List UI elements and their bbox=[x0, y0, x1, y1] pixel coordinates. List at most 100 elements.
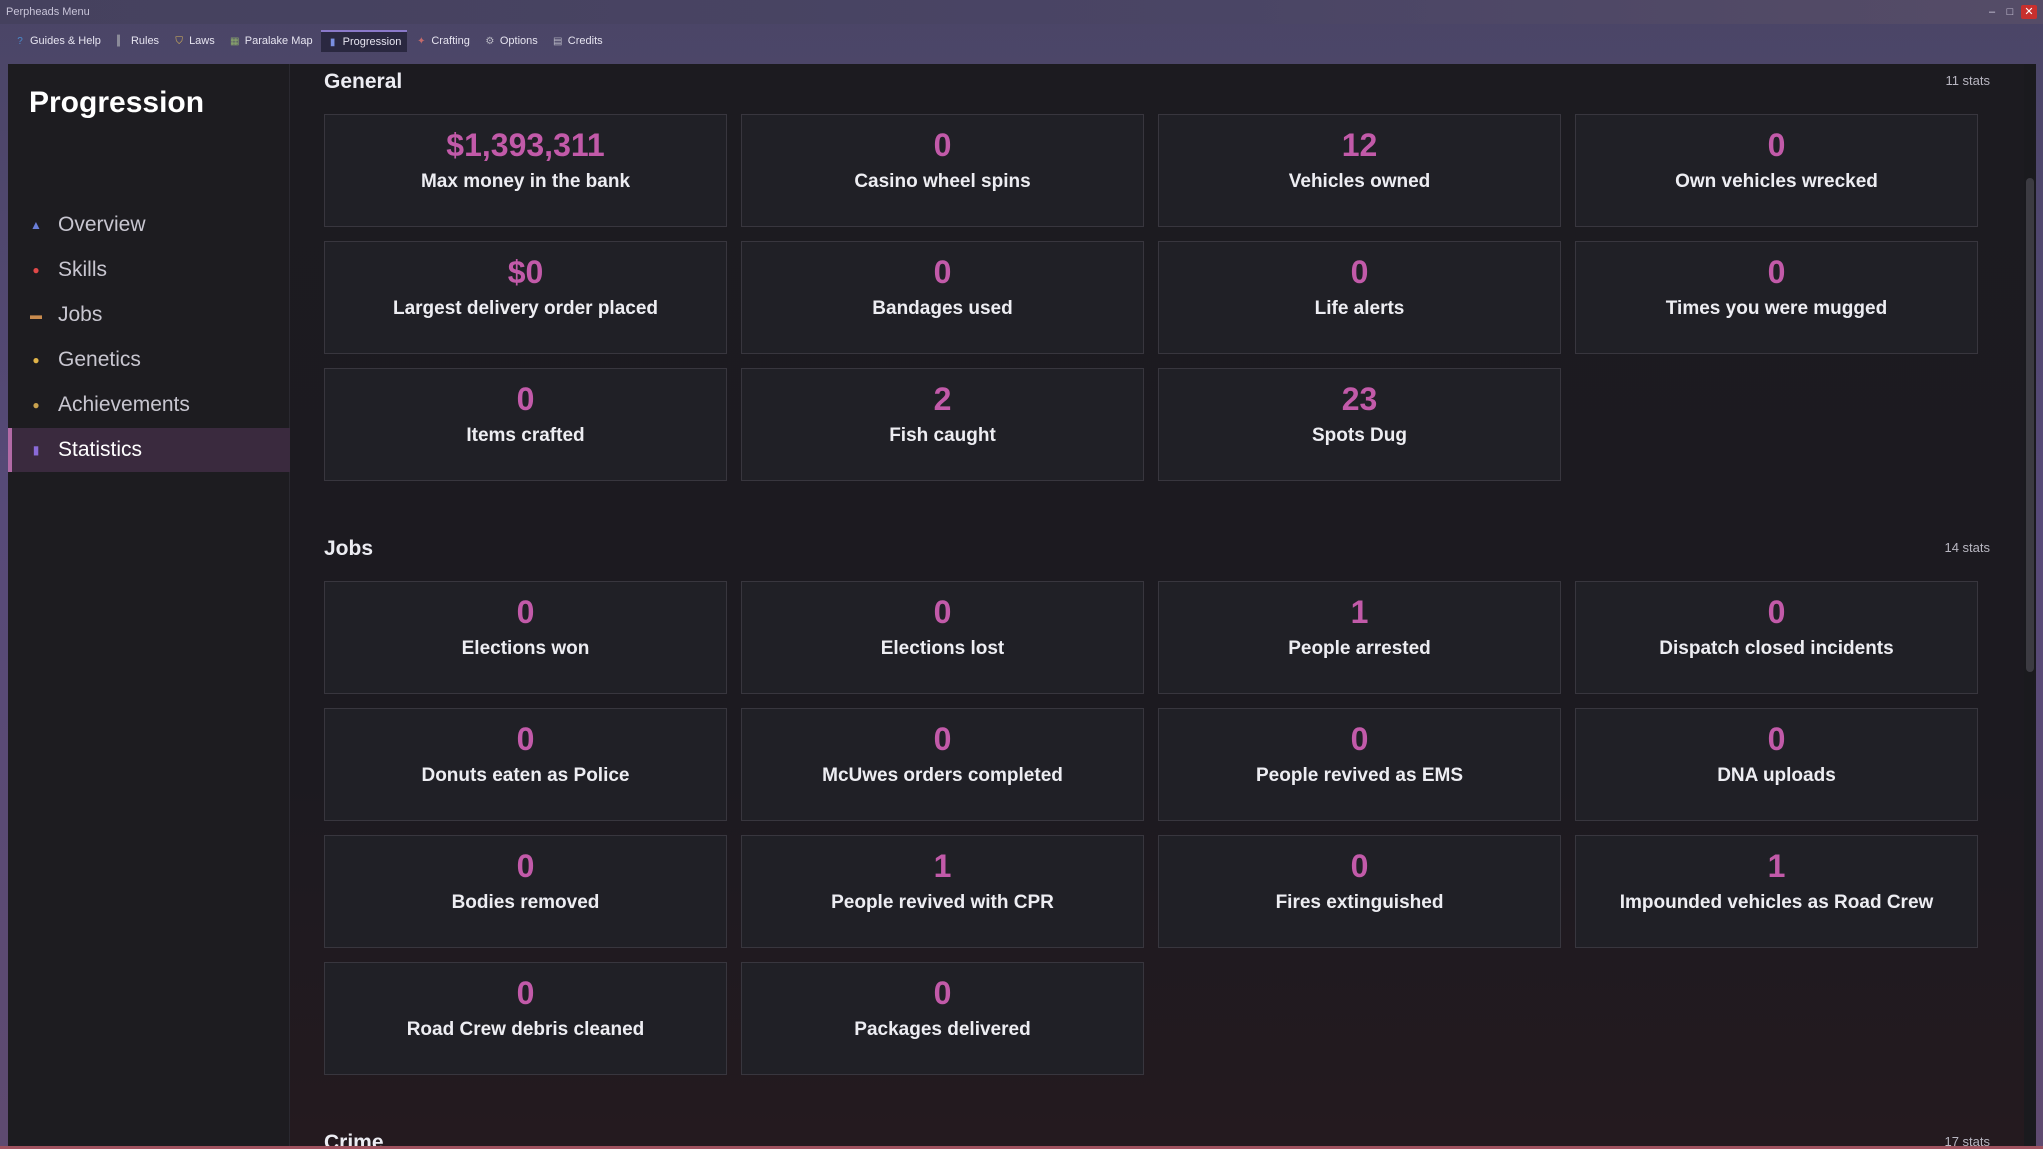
sidebar-item-label: Jobs bbox=[58, 303, 103, 326]
menu-crafting[interactable]: ✦ Crafting bbox=[409, 30, 476, 52]
stat-value: 0 bbox=[1767, 254, 1786, 290]
statistics-icon: ▮ bbox=[32, 443, 40, 457]
stat-value: 0 bbox=[1350, 721, 1369, 757]
menu-item-label: Laws bbox=[189, 35, 215, 47]
top-menu-bar: ? Guides & Help ▍ Rules ⛉ Laws ▦ Paralake Map ▮ P… bbox=[8, 30, 609, 52]
stat-label: Max money in the bank bbox=[420, 171, 631, 192]
sidebar-item-overview[interactable]: ▲ Overview bbox=[8, 203, 290, 247]
help-icon: ? bbox=[17, 35, 23, 47]
sidebar-item-statistics[interactable]: ▮ Statistics bbox=[8, 428, 290, 472]
stat-label: Fish caught bbox=[889, 425, 996, 446]
menu-rules[interactable]: ▍ Rules bbox=[109, 30, 165, 52]
stat-card: 0 Bodies removed bbox=[324, 835, 727, 948]
gear-icon: ⚙ bbox=[485, 35, 495, 47]
menu-credits[interactable]: ▤ Credits bbox=[546, 30, 609, 52]
skills-icon: ● bbox=[32, 263, 40, 277]
stat-label: Donuts eaten as Police bbox=[421, 765, 630, 786]
sidebar-item-label: Achievements bbox=[58, 393, 190, 416]
credits-icon: ▤ bbox=[553, 35, 563, 47]
stat-card: 0 DNA uploads bbox=[1575, 708, 1978, 821]
scrollbar-thumb[interactable] bbox=[2026, 178, 2034, 672]
stat-card: 0 Elections lost bbox=[741, 581, 1144, 694]
menu-item-label: Progression bbox=[342, 36, 402, 48]
stat-card: 0 Fires extinguished bbox=[1158, 835, 1561, 948]
stat-card: 0 Elections won bbox=[324, 581, 727, 694]
stat-label: Road Crew debris cleaned bbox=[406, 1019, 645, 1040]
close-button[interactable]: ✕ bbox=[2021, 5, 2037, 19]
stat-value: 0 bbox=[1767, 594, 1786, 630]
maximize-icon[interactable]: □ bbox=[2003, 5, 2017, 19]
menu-guides-help[interactable]: ? Guides & Help bbox=[8, 30, 107, 52]
stat-card: 0 Road Crew debris cleaned bbox=[324, 962, 727, 1075]
menu-paralake-map[interactable]: ▦ Paralake Map bbox=[223, 30, 319, 52]
menu-laws[interactable]: ⛉ Laws bbox=[167, 30, 221, 52]
stat-value: 0 bbox=[516, 975, 535, 1011]
stat-label: Own vehicles wrecked bbox=[1675, 171, 1878, 192]
stat-label: Packages delivered bbox=[854, 1019, 1031, 1040]
rules-icon: ▍ bbox=[117, 35, 125, 47]
sidebar-item-label: Overview bbox=[58, 213, 146, 236]
stat-value: 1 bbox=[1350, 594, 1369, 630]
stat-label: DNA uploads bbox=[1717, 765, 1836, 786]
stat-label: Vehicles owned bbox=[1288, 171, 1431, 192]
menu-item-label: Guides & Help bbox=[30, 35, 101, 47]
menu-item-label: Rules bbox=[130, 35, 160, 47]
stat-value: 0 bbox=[933, 127, 952, 163]
sidebar-item-label: Genetics bbox=[58, 348, 141, 371]
stat-value: 0 bbox=[933, 975, 952, 1011]
stat-label: Times you were mugged bbox=[1665, 298, 1888, 319]
minimize-icon[interactable]: – bbox=[1985, 5, 1999, 19]
stat-value: 0 bbox=[1350, 254, 1369, 290]
stat-label: Life alerts bbox=[1314, 298, 1405, 319]
stat-value: 2 bbox=[933, 381, 952, 417]
stat-value: 12 bbox=[1341, 127, 1378, 163]
sidebar-item-skills[interactable]: ● Skills bbox=[8, 248, 290, 292]
app-window: Perpheads Menu – □ ✕ ? Guides & Help ▍ Rule… bbox=[0, 0, 2043, 1149]
progression-panel: Progression ▲ Overview ● Skills ▬ Jobs ● Geneti… bbox=[8, 64, 2036, 1146]
chart-icon: ▮ bbox=[329, 36, 336, 48]
stat-card: 0 McUwes orders completed bbox=[741, 708, 1144, 821]
sidebar-item-jobs[interactable]: ▬ Jobs bbox=[8, 293, 290, 337]
stat-value: 0 bbox=[1350, 848, 1369, 884]
stat-card: 0 Life alerts bbox=[1158, 241, 1561, 354]
stat-label: McUwes orders completed bbox=[822, 765, 1063, 786]
section-stat-count: 14 stats bbox=[1944, 540, 1990, 555]
stat-value: 0 bbox=[516, 721, 535, 757]
menu-item-label: Options bbox=[499, 35, 538, 47]
menu-item-label: Credits bbox=[567, 35, 603, 47]
menu-progression[interactable]: ▮ Progression bbox=[320, 30, 408, 52]
stat-label: Casino wheel spins bbox=[854, 171, 1031, 192]
stat-value: 1 bbox=[1767, 848, 1786, 884]
menu-item-label: Paralake Map bbox=[244, 35, 313, 47]
stat-label: Impounded vehicles as Road Crew bbox=[1619, 892, 1934, 913]
stat-card: 1 People revived with CPR bbox=[741, 835, 1144, 948]
stat-label: Spots Dug bbox=[1312, 425, 1407, 446]
stat-value: 0 bbox=[1767, 721, 1786, 757]
stat-card: 0 Items crafted bbox=[324, 368, 727, 481]
stat-value: 0 bbox=[1767, 127, 1786, 163]
stat-value: 0 bbox=[933, 594, 952, 630]
sidebar-item-achievements[interactable]: ● Achievements bbox=[8, 383, 290, 427]
sidebar-item-genetics[interactable]: ● Genetics bbox=[8, 338, 290, 382]
stat-card: $0 Largest delivery order placed bbox=[324, 241, 727, 354]
stat-value: 1 bbox=[933, 848, 952, 884]
stat-card: 0 Packages delivered bbox=[741, 962, 1144, 1075]
stat-card: 0 Donuts eaten as Police bbox=[324, 708, 727, 821]
stat-card: 12 Vehicles owned bbox=[1158, 114, 1561, 227]
shield-icon: ⛉ bbox=[175, 35, 183, 47]
stat-label: Elections won bbox=[461, 638, 590, 659]
stat-card: 0 Times you were mugged bbox=[1575, 241, 1978, 354]
statistics-content: General 11 stats $1,393,311 Max money in th… bbox=[291, 64, 2036, 1146]
sidebar-item-label: Statistics bbox=[58, 438, 143, 461]
stat-card: 0 People revived as EMS bbox=[1158, 708, 1561, 821]
vertical-scrollbar[interactable] bbox=[2024, 64, 2036, 1146]
stat-card: 1 Impounded vehicles as Road Crew bbox=[1575, 835, 1978, 948]
sidebar-title: Progression bbox=[29, 86, 205, 119]
stat-card: $1,393,311 Max money in the bank bbox=[324, 114, 727, 227]
stat-card: 23 Spots Dug bbox=[1158, 368, 1561, 481]
sidebar: Progression ▲ Overview ● Skills ▬ Jobs ● Geneti… bbox=[8, 64, 290, 1146]
stat-value: 0 bbox=[516, 594, 535, 630]
menu-options[interactable]: ⚙ Options bbox=[478, 30, 544, 52]
genetics-icon: ● bbox=[32, 353, 40, 367]
stat-label: Bodies removed bbox=[451, 892, 600, 913]
